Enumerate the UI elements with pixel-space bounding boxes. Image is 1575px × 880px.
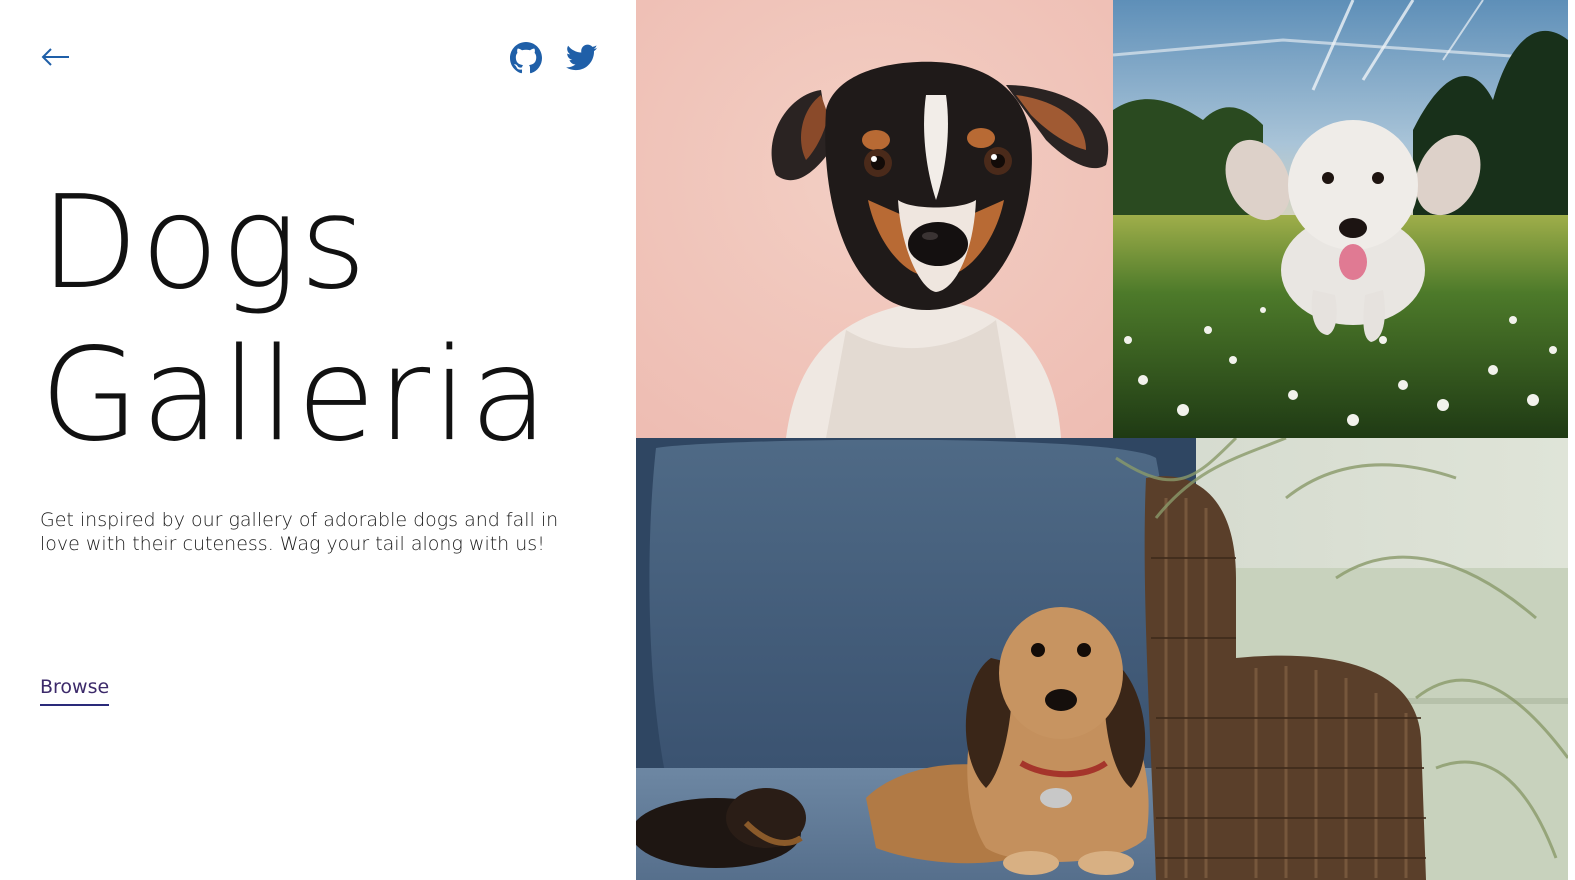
social-links: [508, 40, 600, 76]
gallery-image-dachshunds-couch[interactable]: [636, 438, 1568, 880]
dog-portrait-image: [636, 0, 1113, 438]
gallery-image-dog-portrait[interactable]: [636, 0, 1113, 438]
github-icon: [510, 42, 542, 74]
gallery-image-running-dog[interactable]: [1113, 0, 1568, 438]
gallery-right-edge: [1568, 0, 1575, 880]
running-dog-image: [1113, 0, 1568, 438]
twitter-icon: [566, 44, 598, 71]
back-button[interactable]: [38, 42, 72, 72]
page-title: Dogs Galleria: [40, 168, 550, 472]
hero-panel: Dogs Galleria Get inspired by our galler…: [0, 0, 636, 880]
title-line-1: Dogs: [40, 169, 369, 318]
browse-link[interactable]: Browse: [40, 676, 110, 706]
hero-description: Get inspired by our gallery of adorable …: [40, 509, 559, 555]
dog-gallery: [636, 0, 1575, 880]
title-line-2: Galleria: [40, 321, 551, 470]
arrow-left-icon: [41, 48, 69, 66]
dachshunds-couch-image: [636, 438, 1568, 880]
twitter-link[interactable]: [564, 40, 600, 76]
github-link[interactable]: [508, 40, 544, 76]
